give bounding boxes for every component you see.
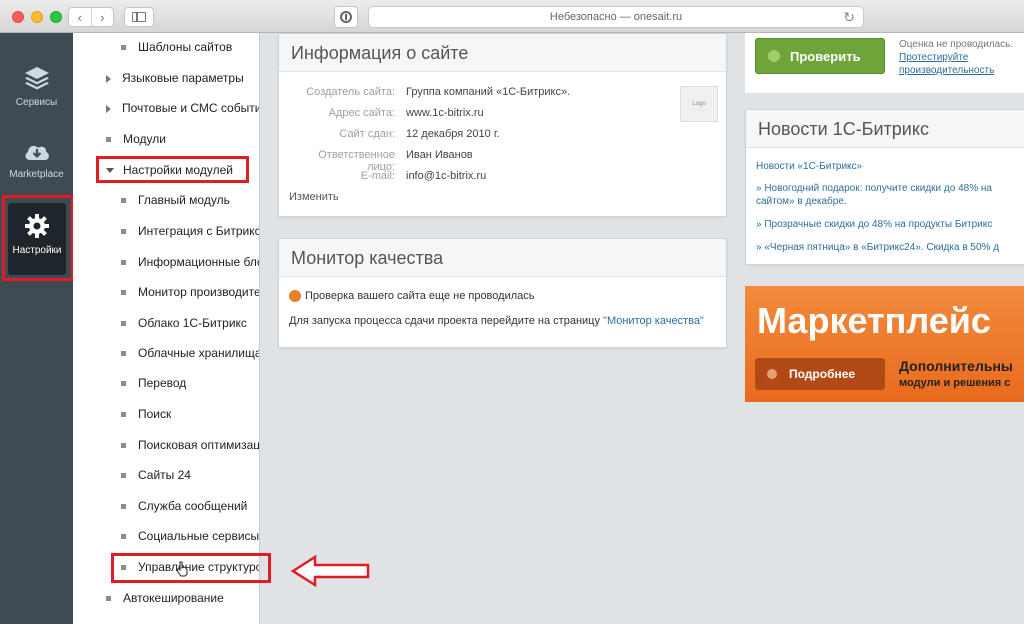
minimize-window-button[interactable] <box>31 11 43 23</box>
test-performance-link[interactable]: Протестируйте <box>899 52 968 63</box>
news-title: Новости 1С-Битрикс <box>746 110 1024 148</box>
news-body: Новости «1С-Битрикс» » Новогодний подаро… <box>756 160 999 254</box>
menu-item-sites24[interactable]: Сайты 24 <box>121 465 191 485</box>
bullet-icon <box>121 198 126 204</box>
marketplace-title: Маркетплейс <box>757 300 991 341</box>
news-source-link[interactable]: Новости «1С-Битрикс» <box>756 160 999 173</box>
close-window-button[interactable] <box>12 11 24 23</box>
panel-label-marketplace: Marketplace <box>9 169 64 180</box>
bullet-icon <box>121 534 126 540</box>
info-row: Сайт сдан: 12 декабря 2010 г. <box>339 128 500 140</box>
site-logo: Logo <box>680 86 718 122</box>
check-button[interactable]: Проверить <box>755 38 885 74</box>
info-row: Ответственное лицо: Иван Иванов <box>318 149 473 173</box>
bullet-icon <box>121 45 126 51</box>
panel-label-services: Сервисы <box>15 97 58 108</box>
menu-item-message-service[interactable]: Служба сообщений <box>121 496 247 516</box>
expand-arrow-icon <box>106 104 111 113</box>
bullet-icon <box>121 290 126 296</box>
address-bar[interactable]: Небезопасно — onesait.ru ↻ <box>368 6 864 28</box>
bullet-icon <box>106 137 111 143</box>
menu-item-search[interactable]: Поиск <box>121 404 171 424</box>
browser-toolbar: ‹ › Небезопасно — onesait.ru ↻ <box>0 0 1024 33</box>
bullet-icon <box>121 229 126 235</box>
sidebar-icon <box>132 12 146 22</box>
bullet-icon <box>106 596 111 602</box>
site-info-title: Информация о сайте <box>279 34 726 72</box>
menu-item-perf-monitor[interactable]: Монитор производительности <box>121 282 259 302</box>
menu-item-bitrix-cloud[interactable]: Облако 1С-Битрикс <box>121 313 247 333</box>
check-dot-icon <box>768 50 780 62</box>
marketplace-description: Дополнительны модули и решения с <box>899 358 1013 389</box>
menu-item-bitrix24-integration[interactable]: Интеграция с Битрикс24 <box>121 221 259 241</box>
cloud-download-icon <box>25 145 49 160</box>
nav-buttons: ‹ › <box>68 7 114 27</box>
hand-cursor-icon <box>176 561 188 577</box>
marketplace-banner[interactable]: Маркетплейс Подробнее Дополнительны моду… <box>745 286 1024 402</box>
quality-hint: Для запуска процесса сдачи проекта перей… <box>289 315 704 327</box>
shield-icon <box>340 11 352 23</box>
warning-icon <box>289 290 301 303</box>
check-note: Оценка не проводилась. Протестируйте про… <box>899 39 1014 76</box>
back-button[interactable]: ‹ <box>69 8 91 26</box>
menu-item-info-blocks[interactable]: Информационные блоки <box>121 252 259 272</box>
menu-item-language-params[interactable]: Языковые параметры <box>106 68 244 88</box>
forward-button[interactable]: › <box>90 8 114 26</box>
edit-site-info-link[interactable]: Изменить <box>289 191 339 203</box>
bullet-icon <box>121 443 126 449</box>
site-info-table: Создатель сайта: Группа компаний «1С-Битр… <box>289 86 570 191</box>
menu-item-site-templates[interactable]: Шаблоны сайтов <box>121 37 232 57</box>
bullet-icon <box>121 260 126 266</box>
bullet-icon <box>121 504 126 510</box>
news-item-link[interactable]: » Новогодний подарок: получите скидки до… <box>756 182 999 195</box>
news-item-link-cont[interactable]: сайтом» в декабре. <box>756 195 999 208</box>
menu-item-mail-sms-events[interactable]: Почтовые и СМС события <box>106 98 259 118</box>
news-item-link[interactable]: » Прозрачные скидки до 48% на продукты Б… <box>756 218 999 231</box>
info-row: E-mail: info@1c-bitrix.ru <box>360 170 487 182</box>
site-info-card: Информация о сайте Создатель сайта: Групп… <box>278 33 727 217</box>
bullet-icon <box>121 412 126 418</box>
bullet-icon <box>121 381 126 387</box>
test-performance-link-2[interactable]: производительность <box>899 65 994 76</box>
bullet-icon <box>121 473 126 479</box>
sidebar-toggle-button[interactable] <box>124 7 154 27</box>
annotation-box-structure-management <box>111 553 271 583</box>
panel-item-marketplace[interactable]: Marketplace <box>0 141 73 180</box>
quality-monitor-title: Монитор качества <box>279 239 726 277</box>
admin-left-panel: Сервисы Marketplace Настройки <box>0 33 74 624</box>
bullet-icon <box>121 321 126 327</box>
menu-item-main-module[interactable]: Главный модуль <box>121 190 230 210</box>
zoom-window-button[interactable] <box>50 11 62 23</box>
more-dot-icon <box>767 369 777 379</box>
menu-item-modules[interactable]: Модули <box>106 129 166 149</box>
menu-item-seo[interactable]: Поисковая оптимизация <box>121 435 259 455</box>
annotation-arrow-icon <box>291 554 370 588</box>
quality-monitor-link[interactable]: "Монитор качества" <box>603 315 704 327</box>
info-row: Адрес сайта: www.1c-bitrix.ru <box>328 107 484 119</box>
annotation-box-module-settings <box>96 156 249 183</box>
annotation-box-settings <box>2 195 74 281</box>
performance-check-panel: Проверить Оценка не проводилась. Протест… <box>745 33 1024 93</box>
info-row: Создатель сайта: Группа компаний «1С-Битр… <box>306 86 571 98</box>
news-item-link[interactable]: » «Черная пятница» в «Битрикс24». Скидка… <box>756 241 999 254</box>
settings-menu: Шаблоны сайтов Языковые параметры Почтов… <box>73 33 260 624</box>
quality-monitor-card: Монитор качества Проверка вашего сайта е… <box>278 238 727 348</box>
news-card: Новости 1С-Битрикс Новости «1С-Битрикс» … <box>745 109 1024 265</box>
reload-icon[interactable]: ↻ <box>843 9 855 26</box>
menu-item-cloud-storage[interactable]: Облачные хранилища <box>121 343 259 363</box>
layers-icon <box>24 67 49 90</box>
quality-status: Проверка вашего сайта еще не проводилась <box>289 290 535 303</box>
menu-item-translate[interactable]: Перевод <box>121 373 186 393</box>
more-button[interactable]: Подробнее <box>755 358 885 390</box>
expand-arrow-icon <box>106 74 111 83</box>
menu-item-autocache[interactable]: Автокеширование <box>106 588 224 608</box>
panel-item-services[interactable]: Сервисы <box>0 65 73 108</box>
address-text: Небезопасно — onesait.ru <box>549 11 683 23</box>
privacy-report-button[interactable] <box>334 6 358 28</box>
menu-item-social-services[interactable]: Социальные сервисы <box>121 526 259 546</box>
bullet-icon <box>121 351 126 357</box>
